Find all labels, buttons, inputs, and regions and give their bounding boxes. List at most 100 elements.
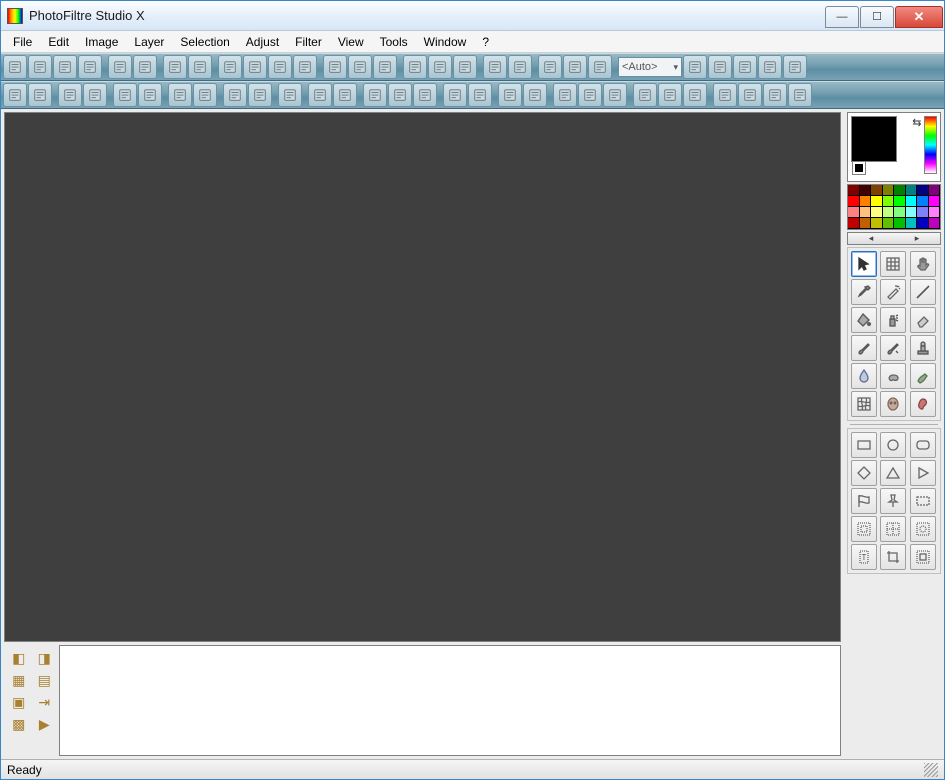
- foreground-color[interactable]: [851, 116, 897, 162]
- zoom-in-icon[interactable]: [683, 55, 707, 79]
- palette-color[interactable]: [906, 196, 918, 207]
- film-play-icon[interactable]: ▶: [32, 713, 58, 735]
- menu-edit[interactable]: Edit: [40, 33, 77, 51]
- palette-color[interactable]: [917, 185, 929, 196]
- reinforce-icon[interactable]: [578, 83, 602, 107]
- spray-tool[interactable]: [880, 307, 906, 333]
- print-icon[interactable]: [108, 55, 132, 79]
- text-icon[interactable]: [483, 55, 507, 79]
- auto-levels-icon[interactable]: [308, 83, 332, 107]
- zoom-combo[interactable]: <Auto>: [618, 57, 682, 77]
- film-select-icon[interactable]: ▣: [6, 691, 32, 713]
- save-icon[interactable]: [53, 55, 77, 79]
- magic-wand-tool[interactable]: [880, 279, 906, 305]
- text-vertical-shape[interactable]: T: [851, 544, 877, 570]
- full-screen-icon[interactable]: [783, 55, 807, 79]
- film-folder-tree-icon[interactable]: ▤: [32, 669, 58, 691]
- palette-color[interactable]: [848, 196, 860, 207]
- pattern-icon[interactable]: [373, 55, 397, 79]
- palette-color[interactable]: [883, 196, 895, 207]
- palette-color[interactable]: [894, 196, 906, 207]
- menu-selection[interactable]: Selection: [172, 33, 237, 51]
- menu-help[interactable]: ?: [474, 33, 497, 51]
- rect-dash-shape[interactable]: [910, 488, 936, 514]
- zoom-out-icon[interactable]: [708, 55, 732, 79]
- deform-tool[interactable]: [851, 391, 877, 417]
- maximize-button[interactable]: ☐: [860, 6, 894, 28]
- zoom-fit-icon[interactable]: [733, 55, 757, 79]
- pointer-tool[interactable]: [851, 251, 877, 277]
- palette-color[interactable]: [894, 218, 906, 229]
- sepia-icon[interactable]: [468, 83, 492, 107]
- film-tree-expand-icon[interactable]: ◨: [32, 647, 58, 669]
- triangle-shape[interactable]: [880, 460, 906, 486]
- resize-grip[interactable]: [924, 763, 938, 777]
- gamma-minus-icon[interactable]: [113, 83, 137, 107]
- swap-colors-icon[interactable]: ⇆: [910, 116, 923, 129]
- contrast-plus-icon[interactable]: [83, 83, 107, 107]
- open-file-icon[interactable]: [28, 55, 52, 79]
- crop-shape[interactable]: [880, 544, 906, 570]
- smudge-tool[interactable]: [880, 363, 906, 389]
- pin-shape[interactable]: [880, 488, 906, 514]
- palette-color[interactable]: [917, 207, 929, 218]
- film-thumbnail-icon[interactable]: ▩: [6, 713, 32, 735]
- palette-color[interactable]: [929, 185, 941, 196]
- palette-color[interactable]: [917, 196, 929, 207]
- palette-color[interactable]: [906, 218, 918, 229]
- undo-icon[interactable]: [163, 55, 187, 79]
- person-right-icon[interactable]: [453, 55, 477, 79]
- palette-color[interactable]: [848, 185, 860, 196]
- fade-icon[interactable]: [218, 55, 242, 79]
- palette-color[interactable]: [894, 185, 906, 196]
- palette-color[interactable]: [871, 185, 883, 196]
- pipette-tool[interactable]: [851, 279, 877, 305]
- blur-tool[interactable]: [851, 363, 877, 389]
- palette-color[interactable]: [906, 207, 918, 218]
- menu-layer[interactable]: Layer: [126, 33, 172, 51]
- grid-tool[interactable]: [880, 251, 906, 277]
- swatches1-icon[interactable]: [363, 83, 387, 107]
- palette-color[interactable]: [883, 218, 895, 229]
- eraser-tool[interactable]: [910, 307, 936, 333]
- histogram-icon[interactable]: [223, 83, 247, 107]
- retouch-tool[interactable]: [880, 391, 906, 417]
- film-folder-icon[interactable]: ▦: [6, 669, 32, 691]
- palette-color[interactable]: [860, 207, 872, 218]
- swatches2-icon[interactable]: [388, 83, 412, 107]
- soften-icon[interactable]: [498, 83, 522, 107]
- palette-color[interactable]: [871, 207, 883, 218]
- minimize-button[interactable]: —: [825, 6, 859, 28]
- palette-color[interactable]: [860, 218, 872, 229]
- rect-shape[interactable]: [851, 432, 877, 458]
- text-outline-icon[interactable]: [508, 55, 532, 79]
- sharpen-icon[interactable]: [553, 83, 577, 107]
- palette-color[interactable]: [871, 218, 883, 229]
- palette-next-button[interactable]: ▸: [894, 233, 940, 244]
- palette-prev-button[interactable]: ◂: [848, 233, 894, 244]
- drop-shadow-icon[interactable]: [683, 83, 707, 107]
- scan-icon[interactable]: [133, 55, 157, 79]
- palette-color[interactable]: [860, 185, 872, 196]
- stamp-tool[interactable]: [910, 335, 936, 361]
- close-button[interactable]: ✕: [895, 6, 943, 28]
- frame-icon[interactable]: [633, 83, 657, 107]
- zoom-actual-icon[interactable]: [758, 55, 782, 79]
- levels-icon[interactable]: [248, 83, 272, 107]
- palette-color[interactable]: [929, 207, 941, 218]
- hand-tool[interactable]: [910, 251, 936, 277]
- automate-icon[interactable]: [588, 55, 612, 79]
- rotate-right-icon[interactable]: [788, 83, 812, 107]
- palette-color[interactable]: [860, 196, 872, 207]
- palette-color[interactable]: [929, 196, 941, 207]
- circle-shape[interactable]: [880, 432, 906, 458]
- saturation-plus-icon[interactable]: [193, 83, 217, 107]
- fill-tool[interactable]: [851, 307, 877, 333]
- stack-icon[interactable]: [268, 55, 292, 79]
- relief-icon[interactable]: [603, 83, 627, 107]
- insert-image-icon[interactable]: [293, 55, 317, 79]
- artistic-tool[interactable]: [910, 391, 936, 417]
- advanced-brush-tool[interactable]: [880, 335, 906, 361]
- film-tree-collapse-icon[interactable]: ◧: [6, 647, 32, 669]
- canvas-area[interactable]: [4, 112, 841, 642]
